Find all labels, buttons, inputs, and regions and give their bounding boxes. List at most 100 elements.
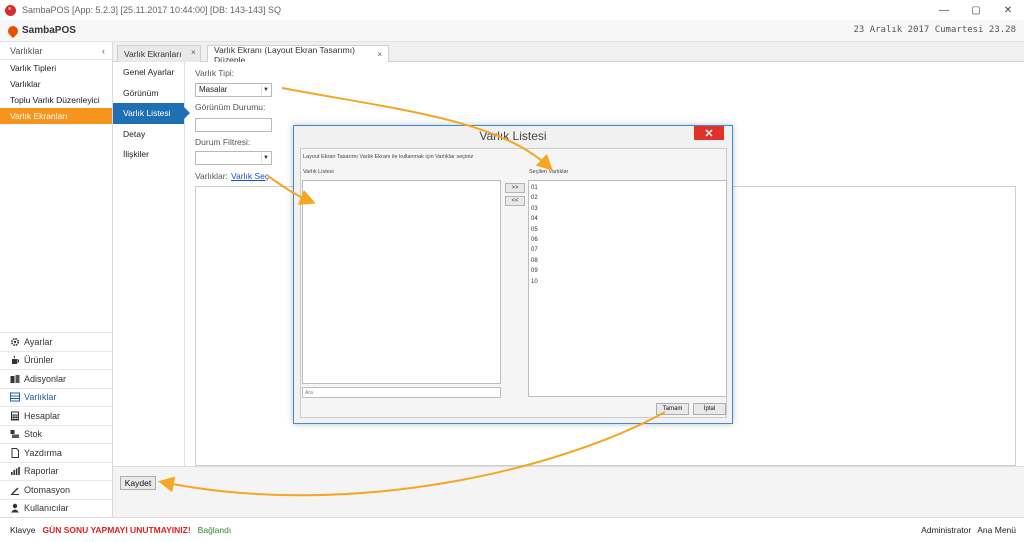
- left-list-header: Varlık Listesi: [303, 169, 334, 175]
- window-title: SambaPOS [App: 5.2.3] [25.11.2017 10:44:…: [22, 5, 282, 15]
- entity-search-input[interactable]: [302, 387, 501, 398]
- varlik-listesi-dialog: Varlık Listesi ✕ Layout Ekran Tasarımı V…: [293, 125, 733, 424]
- sidebar-item-varliklar[interactable]: Varlıklar: [0, 76, 112, 92]
- nav-label: Otomasyon: [24, 484, 71, 495]
- durum-filtresi-select[interactable]: ▼: [195, 151, 272, 165]
- sidebar-title: Varlıklar: [10, 45, 43, 56]
- nav-kullanicilar[interactable]: Kullanıcılar: [0, 498, 112, 518]
- table-icon: [10, 392, 20, 402]
- ok-button[interactable]: Tamam: [656, 403, 689, 415]
- nav-raporlar[interactable]: Raporlar: [0, 461, 112, 481]
- nav-label: Hesaplar: [24, 410, 61, 421]
- gorunum-durumu-input[interactable]: [195, 118, 272, 132]
- minimize-button[interactable]: —: [928, 0, 960, 20]
- nav-varliklar[interactable]: Varlıklar: [0, 387, 112, 407]
- main-menu-button[interactable]: Ana Menü: [977, 525, 1016, 535]
- tab-varlik-ekranlari[interactable]: Varlık Ekranları: [117, 45, 201, 62]
- list-item[interactable]: 02: [529, 193, 726, 203]
- add-all-button[interactable]: >>: [505, 183, 525, 193]
- tickets-icon: [10, 374, 20, 383]
- window-controls: — ▢ ✕: [928, 0, 1024, 20]
- nav-label: Adisyonlar: [24, 373, 67, 384]
- list-item[interactable]: 03: [529, 204, 726, 214]
- dialog-body: Layout Ekran Tasarımı Varlık Ekranı ile …: [300, 148, 727, 418]
- restore-button[interactable]: ▢: [960, 0, 992, 20]
- tab-close-icon[interactable]: ×: [377, 50, 382, 59]
- chevron-down-icon: ▼: [261, 153, 270, 163]
- close-icon: ✕: [704, 127, 714, 140]
- sidebar-item-varlik-ekranlari[interactable]: Varlık Ekranları: [0, 108, 112, 124]
- nav-label: Kullanıcılar: [24, 503, 69, 514]
- durum-filtresi-label: Durum Filtresi:: [195, 137, 251, 147]
- window-close-button[interactable]: ✕: [992, 0, 1024, 20]
- save-button[interactable]: Kaydet: [120, 476, 156, 490]
- coffee-cup-icon: [12, 355, 19, 365]
- nav-stok[interactable]: Stok: [0, 424, 112, 444]
- section-genel-ayarlar[interactable]: Genel Ayarlar: [113, 62, 184, 83]
- document-icon: [11, 447, 19, 458]
- varlik-tipi-value: Masalar: [199, 85, 228, 94]
- nav-label: Stok: [24, 429, 43, 440]
- brand-bar: SambaPOS 23 Aralık 2017 Cumartesi 23.28: [0, 20, 1024, 42]
- sidebar-item-varlik-tipleri[interactable]: Varlık Tipleri: [0, 60, 112, 76]
- sidebar-item-toplu-varlik-duzenleyici[interactable]: Toplu Varlık Düzenleyici: [0, 92, 112, 108]
- section-gorunum[interactable]: Görünüm: [113, 83, 184, 104]
- main-nav: Ayarlar Ürünler Adisyonlar Varlıklar Hes…: [0, 332, 112, 517]
- app-logo-icon: [5, 4, 16, 16]
- selected-entities-list[interactable]: 01 02 03 04 05 06 07 08 09 10: [528, 180, 727, 397]
- stock-icon: [10, 430, 19, 439]
- nav-label: Varlıklar: [24, 392, 57, 403]
- pen-icon: [11, 487, 19, 495]
- nav-label: Ayarlar: [24, 336, 53, 347]
- varlik-tipi-label: Varlık Tipi:: [195, 68, 235, 78]
- section-nav: Genel Ayarlar Görünüm Varlık Listesi Det…: [113, 62, 190, 466]
- tab-close-icon[interactable]: ×: [191, 48, 196, 57]
- cancel-button[interactable]: İptal: [693, 403, 726, 415]
- section-detay[interactable]: Detay: [113, 124, 184, 145]
- tab-varlik-ekrani-duzenle[interactable]: Varlık Ekranı (Layout Ekran Tasarımı) Dü…: [207, 45, 389, 65]
- brand-name: SambaPOS: [22, 25, 76, 36]
- tab-label: Varlık Ekranları: [124, 49, 182, 59]
- list-item[interactable]: 10: [529, 277, 726, 287]
- available-entities-list[interactable]: [302, 180, 501, 384]
- list-item[interactable]: 08: [529, 256, 726, 266]
- nav-label: Ürünler: [24, 355, 54, 366]
- nav-adisyonlar[interactable]: Adisyonlar: [0, 369, 112, 388]
- connection-status: Bağlandı: [197, 525, 232, 535]
- dialog-instruction: Layout Ekran Tasarımı Varlık Ekranı ile …: [303, 154, 474, 160]
- chevron-down-icon: ▼: [261, 85, 270, 95]
- list-item[interactable]: 01: [529, 183, 726, 193]
- dialog-close-button[interactable]: ✕: [694, 126, 724, 140]
- varlik-sec-link[interactable]: Varlık Seç: [231, 171, 269, 181]
- nav-yazdirma[interactable]: Yazdırma: [0, 443, 112, 462]
- section-iliskiler[interactable]: İlişkiler: [113, 144, 184, 165]
- varliklar-label: Varlıklar:: [195, 171, 228, 181]
- sidebar-header: Varlıklar ‹: [0, 42, 112, 60]
- gorunum-durumu-label: Görünüm Durumu:: [195, 102, 266, 112]
- remove-all-button[interactable]: <<: [505, 196, 525, 206]
- bar-chart-icon: [11, 467, 20, 476]
- nav-label: Raporlar: [24, 466, 59, 477]
- user-icon: [11, 504, 19, 513]
- list-item[interactable]: 05: [529, 225, 726, 235]
- list-item[interactable]: 06: [529, 235, 726, 245]
- brand-logo: SambaPOS: [5, 23, 76, 38]
- section-varlik-listesi[interactable]: Varlık Listesi: [113, 103, 190, 124]
- nav-ayarlar[interactable]: Ayarlar: [0, 332, 112, 351]
- flame-icon: [5, 23, 21, 38]
- gear-icon: [10, 337, 20, 346]
- list-item[interactable]: 04: [529, 214, 726, 224]
- varlik-tipi-select[interactable]: Masalar ▼: [195, 83, 272, 97]
- current-user[interactable]: Administrator: [921, 525, 971, 535]
- dialog-title: Varlık Listesi: [479, 129, 547, 143]
- list-item[interactable]: 07: [529, 245, 726, 255]
- nav-label: Yazdırma: [24, 447, 62, 458]
- current-date: 23 Aralık 2017 Cumartesi 23.28: [853, 25, 1016, 35]
- list-item[interactable]: 09: [529, 266, 726, 276]
- sidebar-collapse-icon[interactable]: ‹: [102, 46, 105, 56]
- keyboard-button[interactable]: Klavye: [10, 525, 36, 535]
- nav-urunler[interactable]: Ürünler: [0, 350, 112, 370]
- nav-otomasyon[interactable]: Otomasyon: [0, 480, 112, 499]
- window-titlebar: SambaPOS [App: 5.2.3] [25.11.2017 10:44:…: [0, 0, 1024, 20]
- nav-hesaplar[interactable]: Hesaplar: [0, 406, 112, 425]
